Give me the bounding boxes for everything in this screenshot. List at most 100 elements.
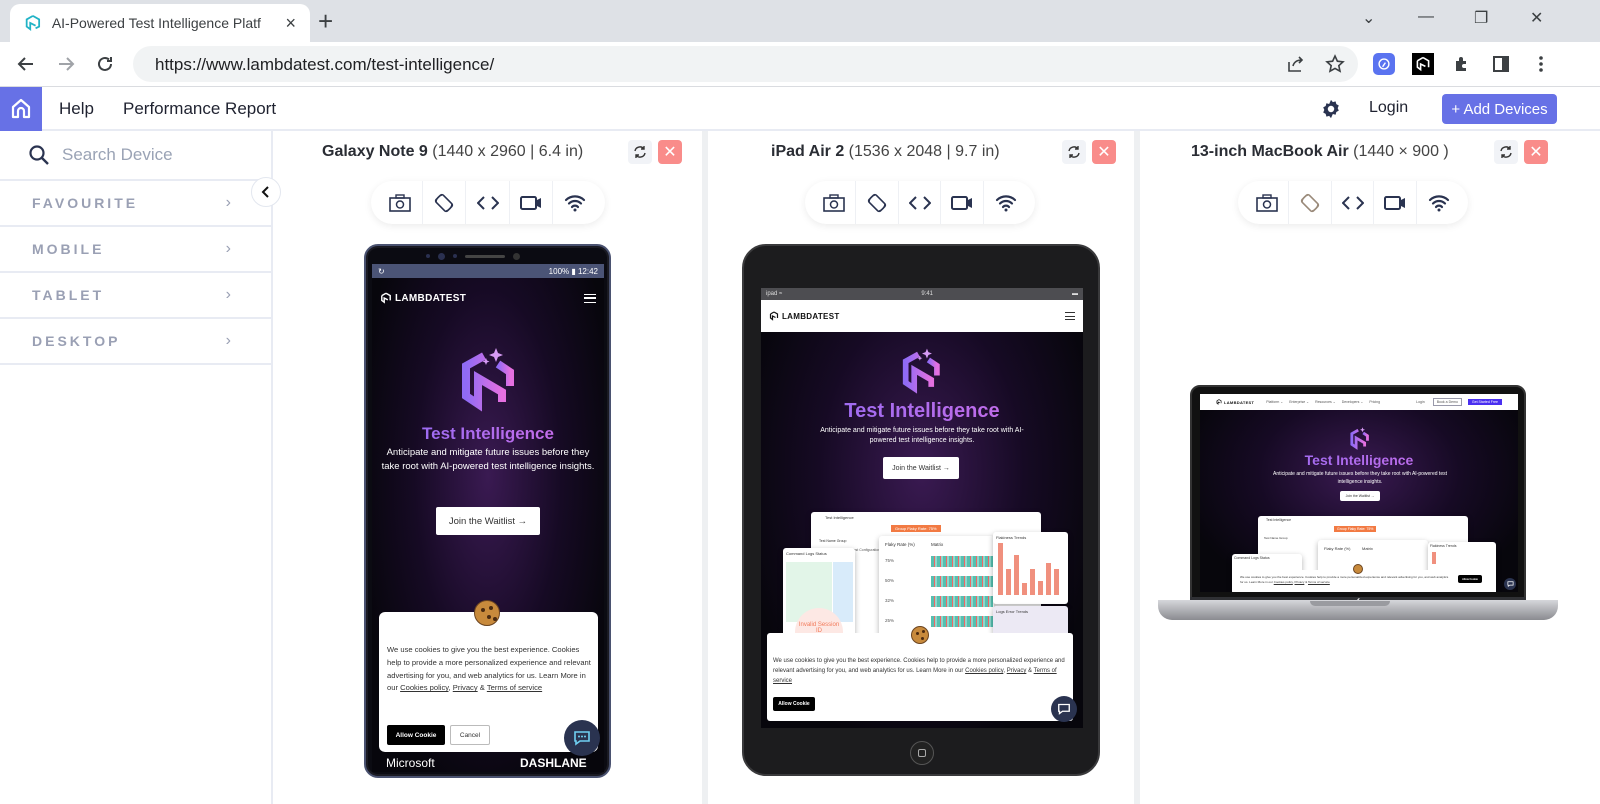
terms-link[interactable]: Terms of service [487,683,542,692]
device-toolbar [805,181,1035,224]
video-icon [951,195,973,210]
cookie-icon [911,626,929,644]
nav-developers[interactable]: Developers ⌄ [1342,400,1364,404]
chevron-right-icon: › [225,286,231,303]
column-divider [702,131,708,804]
tab-close-icon[interactable]: × [285,13,296,34]
category-label: DESKTOP [32,333,121,349]
browser-tab[interactable]: AI-Powered Test Intelligence Platf × [10,4,310,42]
privacy-link[interactable]: Privacy [1007,668,1027,674]
status-right: ▬ [1072,291,1078,297]
chat-widget-button[interactable] [564,720,600,756]
devtools-button[interactable] [466,181,510,224]
join-waitlist-button[interactable]: Join the Waitlist → [1340,491,1380,501]
url-text[interactable]: https://www.lambdatest.com/test-intellig… [155,55,494,75]
chat-widget-button[interactable] [1051,696,1077,722]
cookies-policy-link[interactable]: Cookies policy [400,683,448,692]
lambdatest-logo-icon [769,311,779,321]
network-throttle-button[interactable] [553,181,597,224]
hamburger-menu-icon[interactable] [584,293,596,303]
cookie-text: We use cookies to give you the best expe… [1240,575,1449,584]
network-throttle-button[interactable] [1417,181,1460,224]
allow-cookie-button[interactable]: Allow Cookie [1458,575,1482,583]
lambdatest-logo[interactable]: LAMBDATEST [769,311,840,321]
screenshot-button[interactable] [379,181,423,224]
screenshot-button[interactable] [813,181,856,224]
refresh-device-button[interactable] [628,140,652,164]
chevron-right-icon: › [225,240,231,257]
refresh-device-button[interactable] [1062,140,1086,164]
settings-gear-icon[interactable] [1320,98,1342,120]
terms-link[interactable]: Terms of service [1308,580,1330,584]
sidebar-item-desktop[interactable]: DESKTOP › [0,319,271,365]
performance-report-link[interactable]: Performance Report [123,99,276,119]
cookies-policy-link[interactable]: Cookies policy [1274,580,1293,584]
lambdatest-extension-icon[interactable] [1373,53,1395,75]
join-waitlist-button[interactable]: Join the Waitlist → [883,457,959,479]
address-bar[interactable]: https://www.lambdatest.com/test-intellig… [133,46,1358,82]
screenshot-button[interactable] [1246,181,1289,224]
record-video-button[interactable] [510,181,554,224]
cancel-cookie-button[interactable]: Cancel [450,725,490,745]
category-label: MOBILE [32,241,105,257]
lambdatest-logo[interactable]: LAMBDATEST [380,292,466,304]
share-icon[interactable] [1286,54,1306,74]
allow-cookie-button[interactable]: Allow Cookie [387,725,445,745]
privacy-link[interactable]: Privacy [453,683,478,692]
close-device-button[interactable]: ✕ [658,140,682,164]
minimize-icon[interactable]: — [1418,8,1434,26]
refresh-device-button[interactable] [1494,140,1518,164]
chevron-right-icon: › [225,194,231,211]
close-device-button[interactable]: ✕ [1524,140,1548,164]
status-right: 100% ▮ 12:42 [548,266,598,276]
login-link[interactable]: Login [1369,99,1408,117]
privacy-link[interactable]: Privacy [1295,580,1305,584]
chat-widget-button[interactable] [1504,578,1516,590]
cookie-banner: We use cookies to give you the best expe… [1236,570,1492,592]
brand-name: LAMBDATEST [782,311,840,321]
close-device-button[interactable]: ✕ [1092,140,1116,164]
rotate-button[interactable] [423,181,467,224]
ipad-home-button[interactable] [910,741,934,765]
get-started-button[interactable]: Get Started Free [1467,399,1502,405]
lambdatest-logo[interactable]: LAMBDATEST [1216,399,1254,405]
forward-icon[interactable] [52,50,80,78]
nav-login[interactable]: Login [1416,400,1425,404]
join-waitlist-button[interactable]: Join the Waitlist → [436,507,540,535]
record-video-button[interactable] [1374,181,1418,224]
allow-cookie-button[interactable]: Allow Cookie [773,697,815,711]
restore-icon[interactable]: ❐ [1474,8,1488,28]
sidebar-item-tablet[interactable]: TABLET › [0,273,271,319]
nav-platform[interactable]: Platform ⌄ [1266,400,1283,404]
devtools-button[interactable] [1332,181,1375,224]
device-title: 13-inch MacBook Air (1440 × 900 ) [1191,143,1449,161]
side-panel-icon[interactable] [1490,53,1512,75]
device-title: iPad Air 2 (1536 x 2048 | 9.7 in) [771,143,1000,161]
hamburger-menu-icon[interactable] [1065,312,1075,320]
nav-enterprise[interactable]: Enterprise ⌄ [1289,400,1309,404]
sidebar-item-favourite[interactable]: FAVOURITE › [0,181,271,227]
search-device-input[interactable] [62,145,252,165]
book-demo-button[interactable]: Book a Demo [1432,398,1462,406]
extensions-puzzle-icon[interactable] [1451,53,1473,75]
rotate-button[interactable] [856,181,899,224]
devtools-button[interactable] [899,181,942,224]
window-close-icon[interactable]: ✕ [1530,8,1543,28]
help-link[interactable]: Help [59,99,94,119]
add-devices-button[interactable]: + Add Devices [1442,94,1557,124]
record-video-button[interactable] [941,181,985,224]
back-icon[interactable] [12,50,40,78]
collapse-sidebar-button[interactable] [251,177,281,207]
home-button[interactable] [0,87,42,131]
lt-extension-icon[interactable] [1412,53,1434,75]
sidebar-item-mobile[interactable]: MOBILE › [0,227,271,273]
tab-search-icon[interactable]: ⌄ [1362,8,1375,28]
network-throttle-button[interactable] [984,181,1027,224]
more-menu-icon[interactable] [1530,53,1552,75]
cookies-policy-link[interactable]: Cookies policy [965,668,1003,674]
nav-resources[interactable]: Resources ⌄ [1315,400,1336,404]
bookmark-star-icon[interactable] [1325,54,1345,74]
new-tab-button[interactable]: + [318,8,333,34]
reload-icon[interactable] [91,50,119,78]
nav-pricing[interactable]: Pricing [1369,400,1380,404]
